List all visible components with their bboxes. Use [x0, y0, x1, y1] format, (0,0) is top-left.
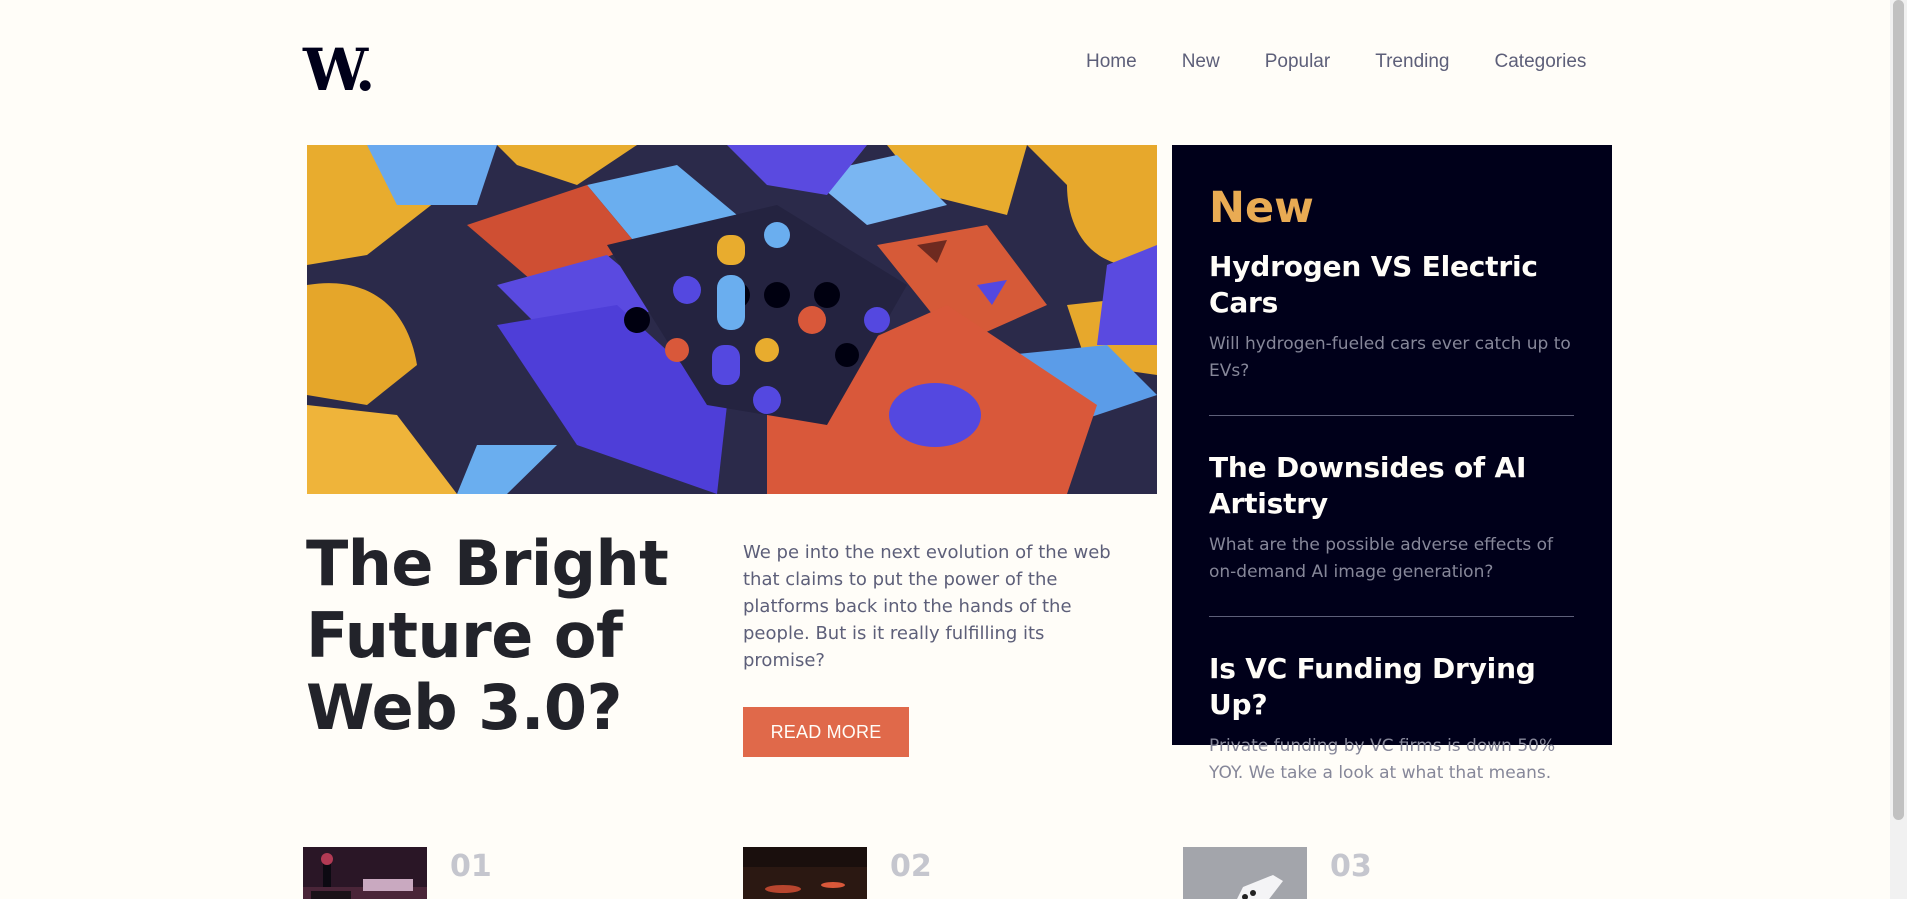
new-item: The Downsides of AI Artistry What are th…	[1209, 450, 1574, 617]
new-item-text: Will hydrogen-fueled cars ever catch up …	[1209, 334, 1571, 381]
new-item-title[interactable]: The Downsides of AI Artistry	[1209, 450, 1574, 522]
nav-trending[interactable]: Trending	[1375, 50, 1449, 74]
list-number: 01	[450, 849, 492, 884]
main-nav: Home New Popular Trending Categories	[1086, 50, 1586, 74]
hero-image	[307, 145, 1157, 494]
new-item: Is VC Funding Drying Up? Private funding…	[1209, 651, 1574, 817]
scrollbar-thumb[interactable]	[1893, 0, 1904, 820]
scrollbar[interactable]	[1890, 0, 1907, 899]
list-item[interactable]: 02	[743, 847, 932, 899]
nav-popular[interactable]: Popular	[1265, 50, 1331, 74]
list-item[interactable]: 01	[303, 847, 492, 899]
new-item: Hydrogen VS Electric Cars Will hydrogen-…	[1209, 249, 1574, 416]
hero-description: We pe into the next evolution of the web…	[743, 542, 1111, 671]
new-panel: New Hydrogen VS Electric Cars Will hydro…	[1172, 145, 1612, 783]
article-thumbnail[interactable]	[743, 847, 867, 899]
read-more-button[interactable]: READ MORE	[743, 707, 909, 757]
nav-home[interactable]: Home	[1086, 50, 1137, 74]
nav-categories[interactable]: Categories	[1495, 50, 1587, 74]
new-item-title[interactable]: Is VC Funding Drying Up?	[1209, 651, 1574, 723]
new-panel-heading: New	[1209, 183, 1314, 233]
list-number: 02	[890, 849, 932, 884]
nav-new[interactable]: New	[1182, 50, 1220, 74]
list-number: 03	[1330, 849, 1372, 884]
site-logo[interactable]: W.	[303, 40, 375, 100]
list-item[interactable]: 03	[1183, 847, 1372, 899]
new-item-title[interactable]: Hydrogen VS Electric Cars	[1209, 249, 1574, 321]
article-thumbnail[interactable]	[303, 847, 427, 899]
article-thumbnail[interactable]	[1183, 847, 1307, 899]
hero-title: The Bright Future of Web 3.0?	[306, 527, 669, 744]
new-item-text: Private funding by VC firms is down 50% …	[1209, 736, 1556, 783]
new-item-text: What are the possible adverse effects of…	[1209, 535, 1554, 582]
